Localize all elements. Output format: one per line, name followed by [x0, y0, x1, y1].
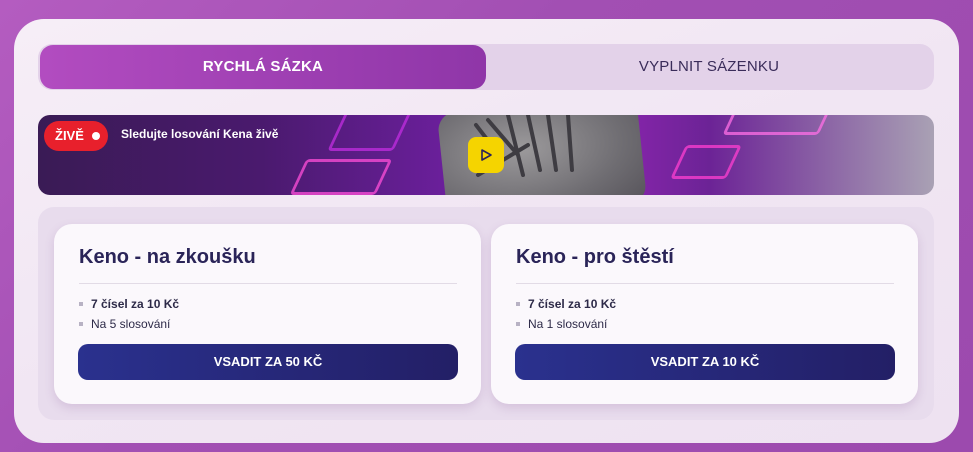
offer-details: 7 čísel za 10 Kč Na 1 slosování [516, 294, 616, 334]
offer-card: Keno - pro štěstí 7 čísel za 10 Kč Na 1 … [491, 224, 918, 404]
list-item: Na 5 slosování [79, 314, 179, 334]
play-icon [481, 149, 492, 161]
bet-button[interactable]: VSADIT ZA 50 KČ [78, 344, 458, 380]
bullet-icon [516, 302, 520, 306]
banner-text: Sledujte losování Kena živě [121, 127, 279, 141]
offer-detail-text: 7 čísel za 10 Kč [528, 297, 617, 311]
live-dot-icon [91, 132, 100, 140]
offer-detail-text: Na 5 slosování [91, 317, 171, 331]
neon-decoration [289, 159, 393, 195]
neon-decoration [327, 115, 415, 151]
tab-quick-bet[interactable]: RYCHLÁ SÁZKA [40, 45, 486, 89]
divider [516, 283, 894, 284]
list-item: Na 1 slosování [516, 314, 616, 334]
list-item: 7 čísel za 10 Kč [516, 294, 616, 314]
list-item: 7 čísel za 10 Kč [79, 294, 179, 314]
bullet-icon [79, 322, 83, 326]
neon-decoration [722, 115, 830, 135]
bet-mode-tabs: RYCHLÁ SÁZKA VYPLNIT SÁZENKU [38, 44, 934, 90]
tab-fill-ticket[interactable]: VYPLNIT SÁZENKU [486, 44, 932, 90]
offer-detail-text: Na 1 slosování [528, 317, 608, 331]
offer-card: Keno - na zkoušku 7 čísel za 10 Kč Na 5 … [54, 224, 481, 404]
bullet-icon [516, 322, 520, 326]
live-label: ŽIVĚ [55, 128, 84, 143]
bullet-icon [79, 302, 83, 306]
offer-title: Keno - na zkoušku [79, 246, 256, 268]
divider [79, 283, 457, 284]
bet-button[interactable]: VSADIT ZA 10 KČ [515, 344, 895, 380]
offer-detail-text: 7 čísel za 10 Kč [91, 297, 180, 311]
live-badge: ŽIVĚ [44, 121, 108, 151]
offer-title: Keno - pro štěstí [516, 246, 674, 268]
play-button[interactable] [468, 137, 504, 173]
neon-decoration [670, 145, 742, 179]
offer-details: 7 čísel za 10 Kč Na 5 slosování [79, 294, 179, 334]
